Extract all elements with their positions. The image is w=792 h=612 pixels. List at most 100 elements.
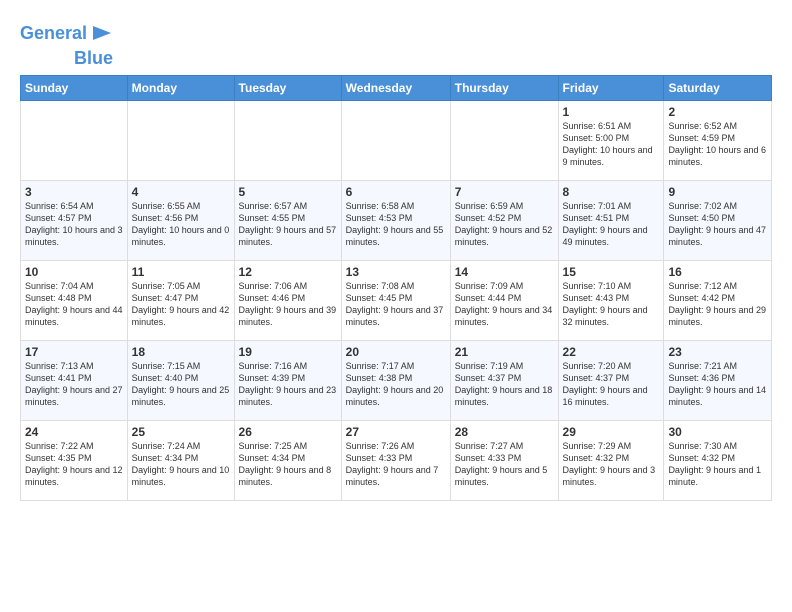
day-details: Sunrise: 7:06 AM Sunset: 4:46 PM Dayligh… — [239, 280, 337, 329]
day-number: 2 — [668, 105, 767, 119]
day-cell: 5Sunrise: 6:57 AM Sunset: 4:55 PM Daylig… — [234, 180, 341, 260]
day-details: Sunrise: 7:22 AM Sunset: 4:35 PM Dayligh… — [25, 440, 123, 489]
day-cell — [127, 100, 234, 180]
day-number: 30 — [668, 425, 767, 439]
day-cell: 14Sunrise: 7:09 AM Sunset: 4:44 PM Dayli… — [450, 260, 558, 340]
day-number: 21 — [455, 345, 554, 359]
col-header-sunday: Sunday — [21, 75, 128, 100]
day-cell: 8Sunrise: 7:01 AM Sunset: 4:51 PM Daylig… — [558, 180, 664, 260]
logo-arrow-icon — [91, 22, 113, 44]
day-cell: 20Sunrise: 7:17 AM Sunset: 4:38 PM Dayli… — [341, 340, 450, 420]
day-cell: 1Sunrise: 6:51 AM Sunset: 5:00 PM Daylig… — [558, 100, 664, 180]
col-header-tuesday: Tuesday — [234, 75, 341, 100]
day-details: Sunrise: 7:21 AM Sunset: 4:36 PM Dayligh… — [668, 360, 767, 409]
day-cell: 2Sunrise: 6:52 AM Sunset: 4:59 PM Daylig… — [664, 100, 772, 180]
day-number: 1 — [563, 105, 660, 119]
day-number: 9 — [668, 185, 767, 199]
day-cell: 19Sunrise: 7:16 AM Sunset: 4:39 PM Dayli… — [234, 340, 341, 420]
day-details: Sunrise: 7:29 AM Sunset: 4:32 PM Dayligh… — [563, 440, 660, 489]
day-details: Sunrise: 6:59 AM Sunset: 4:52 PM Dayligh… — [455, 200, 554, 249]
day-number: 13 — [346, 265, 446, 279]
day-cell: 10Sunrise: 7:04 AM Sunset: 4:48 PM Dayli… — [21, 260, 128, 340]
day-number: 8 — [563, 185, 660, 199]
day-details: Sunrise: 7:13 AM Sunset: 4:41 PM Dayligh… — [25, 360, 123, 409]
day-number: 3 — [25, 185, 123, 199]
day-details: Sunrise: 7:24 AM Sunset: 4:34 PM Dayligh… — [132, 440, 230, 489]
day-cell — [450, 100, 558, 180]
day-details: Sunrise: 7:20 AM Sunset: 4:37 PM Dayligh… — [563, 360, 660, 409]
logo: General Blue — [20, 18, 113, 69]
day-number: 27 — [346, 425, 446, 439]
day-details: Sunrise: 7:05 AM Sunset: 4:47 PM Dayligh… — [132, 280, 230, 329]
day-cell — [341, 100, 450, 180]
week-row-4: 17Sunrise: 7:13 AM Sunset: 4:41 PM Dayli… — [21, 340, 772, 420]
day-cell: 15Sunrise: 7:10 AM Sunset: 4:43 PM Dayli… — [558, 260, 664, 340]
day-cell: 26Sunrise: 7:25 AM Sunset: 4:34 PM Dayli… — [234, 420, 341, 500]
day-number: 10 — [25, 265, 123, 279]
day-cell: 22Sunrise: 7:20 AM Sunset: 4:37 PM Dayli… — [558, 340, 664, 420]
day-number: 14 — [455, 265, 554, 279]
day-cell: 11Sunrise: 7:05 AM Sunset: 4:47 PM Dayli… — [127, 260, 234, 340]
header-row: SundayMondayTuesdayWednesdayThursdayFrid… — [21, 75, 772, 100]
header: General Blue — [20, 18, 772, 69]
day-number: 12 — [239, 265, 337, 279]
day-number: 5 — [239, 185, 337, 199]
day-details: Sunrise: 6:52 AM Sunset: 4:59 PM Dayligh… — [668, 120, 767, 169]
day-details: Sunrise: 6:55 AM Sunset: 4:56 PM Dayligh… — [132, 200, 230, 249]
day-number: 7 — [455, 185, 554, 199]
day-details: Sunrise: 7:04 AM Sunset: 4:48 PM Dayligh… — [25, 280, 123, 329]
day-details: Sunrise: 6:57 AM Sunset: 4:55 PM Dayligh… — [239, 200, 337, 249]
day-cell: 28Sunrise: 7:27 AM Sunset: 4:33 PM Dayli… — [450, 420, 558, 500]
day-number: 24 — [25, 425, 123, 439]
day-cell: 24Sunrise: 7:22 AM Sunset: 4:35 PM Dayli… — [21, 420, 128, 500]
day-number: 28 — [455, 425, 554, 439]
logo-text-blue: Blue — [74, 49, 113, 69]
day-cell: 13Sunrise: 7:08 AM Sunset: 4:45 PM Dayli… — [341, 260, 450, 340]
day-cell: 16Sunrise: 7:12 AM Sunset: 4:42 PM Dayli… — [664, 260, 772, 340]
day-number: 11 — [132, 265, 230, 279]
day-details: Sunrise: 6:58 AM Sunset: 4:53 PM Dayligh… — [346, 200, 446, 249]
day-number: 23 — [668, 345, 767, 359]
day-cell: 17Sunrise: 7:13 AM Sunset: 4:41 PM Dayli… — [21, 340, 128, 420]
logo-text-general: General — [20, 24, 87, 44]
day-details: Sunrise: 7:08 AM Sunset: 4:45 PM Dayligh… — [346, 280, 446, 329]
day-cell: 6Sunrise: 6:58 AM Sunset: 4:53 PM Daylig… — [341, 180, 450, 260]
day-cell: 25Sunrise: 7:24 AM Sunset: 4:34 PM Dayli… — [127, 420, 234, 500]
day-number: 19 — [239, 345, 337, 359]
day-details: Sunrise: 7:01 AM Sunset: 4:51 PM Dayligh… — [563, 200, 660, 249]
day-cell: 4Sunrise: 6:55 AM Sunset: 4:56 PM Daylig… — [127, 180, 234, 260]
week-row-1: 1Sunrise: 6:51 AM Sunset: 5:00 PM Daylig… — [21, 100, 772, 180]
day-details: Sunrise: 7:16 AM Sunset: 4:39 PM Dayligh… — [239, 360, 337, 409]
day-cell: 7Sunrise: 6:59 AM Sunset: 4:52 PM Daylig… — [450, 180, 558, 260]
day-details: Sunrise: 7:25 AM Sunset: 4:34 PM Dayligh… — [239, 440, 337, 489]
day-number: 20 — [346, 345, 446, 359]
day-number: 4 — [132, 185, 230, 199]
day-details: Sunrise: 7:10 AM Sunset: 4:43 PM Dayligh… — [563, 280, 660, 329]
day-details: Sunrise: 7:15 AM Sunset: 4:40 PM Dayligh… — [132, 360, 230, 409]
page: General Blue SundayMondayTuesdayWednesda… — [0, 0, 792, 511]
day-cell: 29Sunrise: 7:29 AM Sunset: 4:32 PM Dayli… — [558, 420, 664, 500]
day-details: Sunrise: 7:26 AM Sunset: 4:33 PM Dayligh… — [346, 440, 446, 489]
day-cell: 23Sunrise: 7:21 AM Sunset: 4:36 PM Dayli… — [664, 340, 772, 420]
day-number: 25 — [132, 425, 230, 439]
day-cell: 9Sunrise: 7:02 AM Sunset: 4:50 PM Daylig… — [664, 180, 772, 260]
col-header-friday: Friday — [558, 75, 664, 100]
calendar-table: SundayMondayTuesdayWednesdayThursdayFrid… — [20, 75, 772, 501]
day-number: 26 — [239, 425, 337, 439]
day-number: 16 — [668, 265, 767, 279]
day-cell — [234, 100, 341, 180]
day-number: 6 — [346, 185, 446, 199]
col-header-thursday: Thursday — [450, 75, 558, 100]
day-details: Sunrise: 6:51 AM Sunset: 5:00 PM Dayligh… — [563, 120, 660, 169]
week-row-3: 10Sunrise: 7:04 AM Sunset: 4:48 PM Dayli… — [21, 260, 772, 340]
day-number: 29 — [563, 425, 660, 439]
day-details: Sunrise: 7:17 AM Sunset: 4:38 PM Dayligh… — [346, 360, 446, 409]
day-details: Sunrise: 7:12 AM Sunset: 4:42 PM Dayligh… — [668, 280, 767, 329]
day-details: Sunrise: 7:30 AM Sunset: 4:32 PM Dayligh… — [668, 440, 767, 489]
day-number: 15 — [563, 265, 660, 279]
col-header-saturday: Saturday — [664, 75, 772, 100]
day-details: Sunrise: 7:19 AM Sunset: 4:37 PM Dayligh… — [455, 360, 554, 409]
day-cell: 21Sunrise: 7:19 AM Sunset: 4:37 PM Dayli… — [450, 340, 558, 420]
day-number: 18 — [132, 345, 230, 359]
day-details: Sunrise: 7:09 AM Sunset: 4:44 PM Dayligh… — [455, 280, 554, 329]
